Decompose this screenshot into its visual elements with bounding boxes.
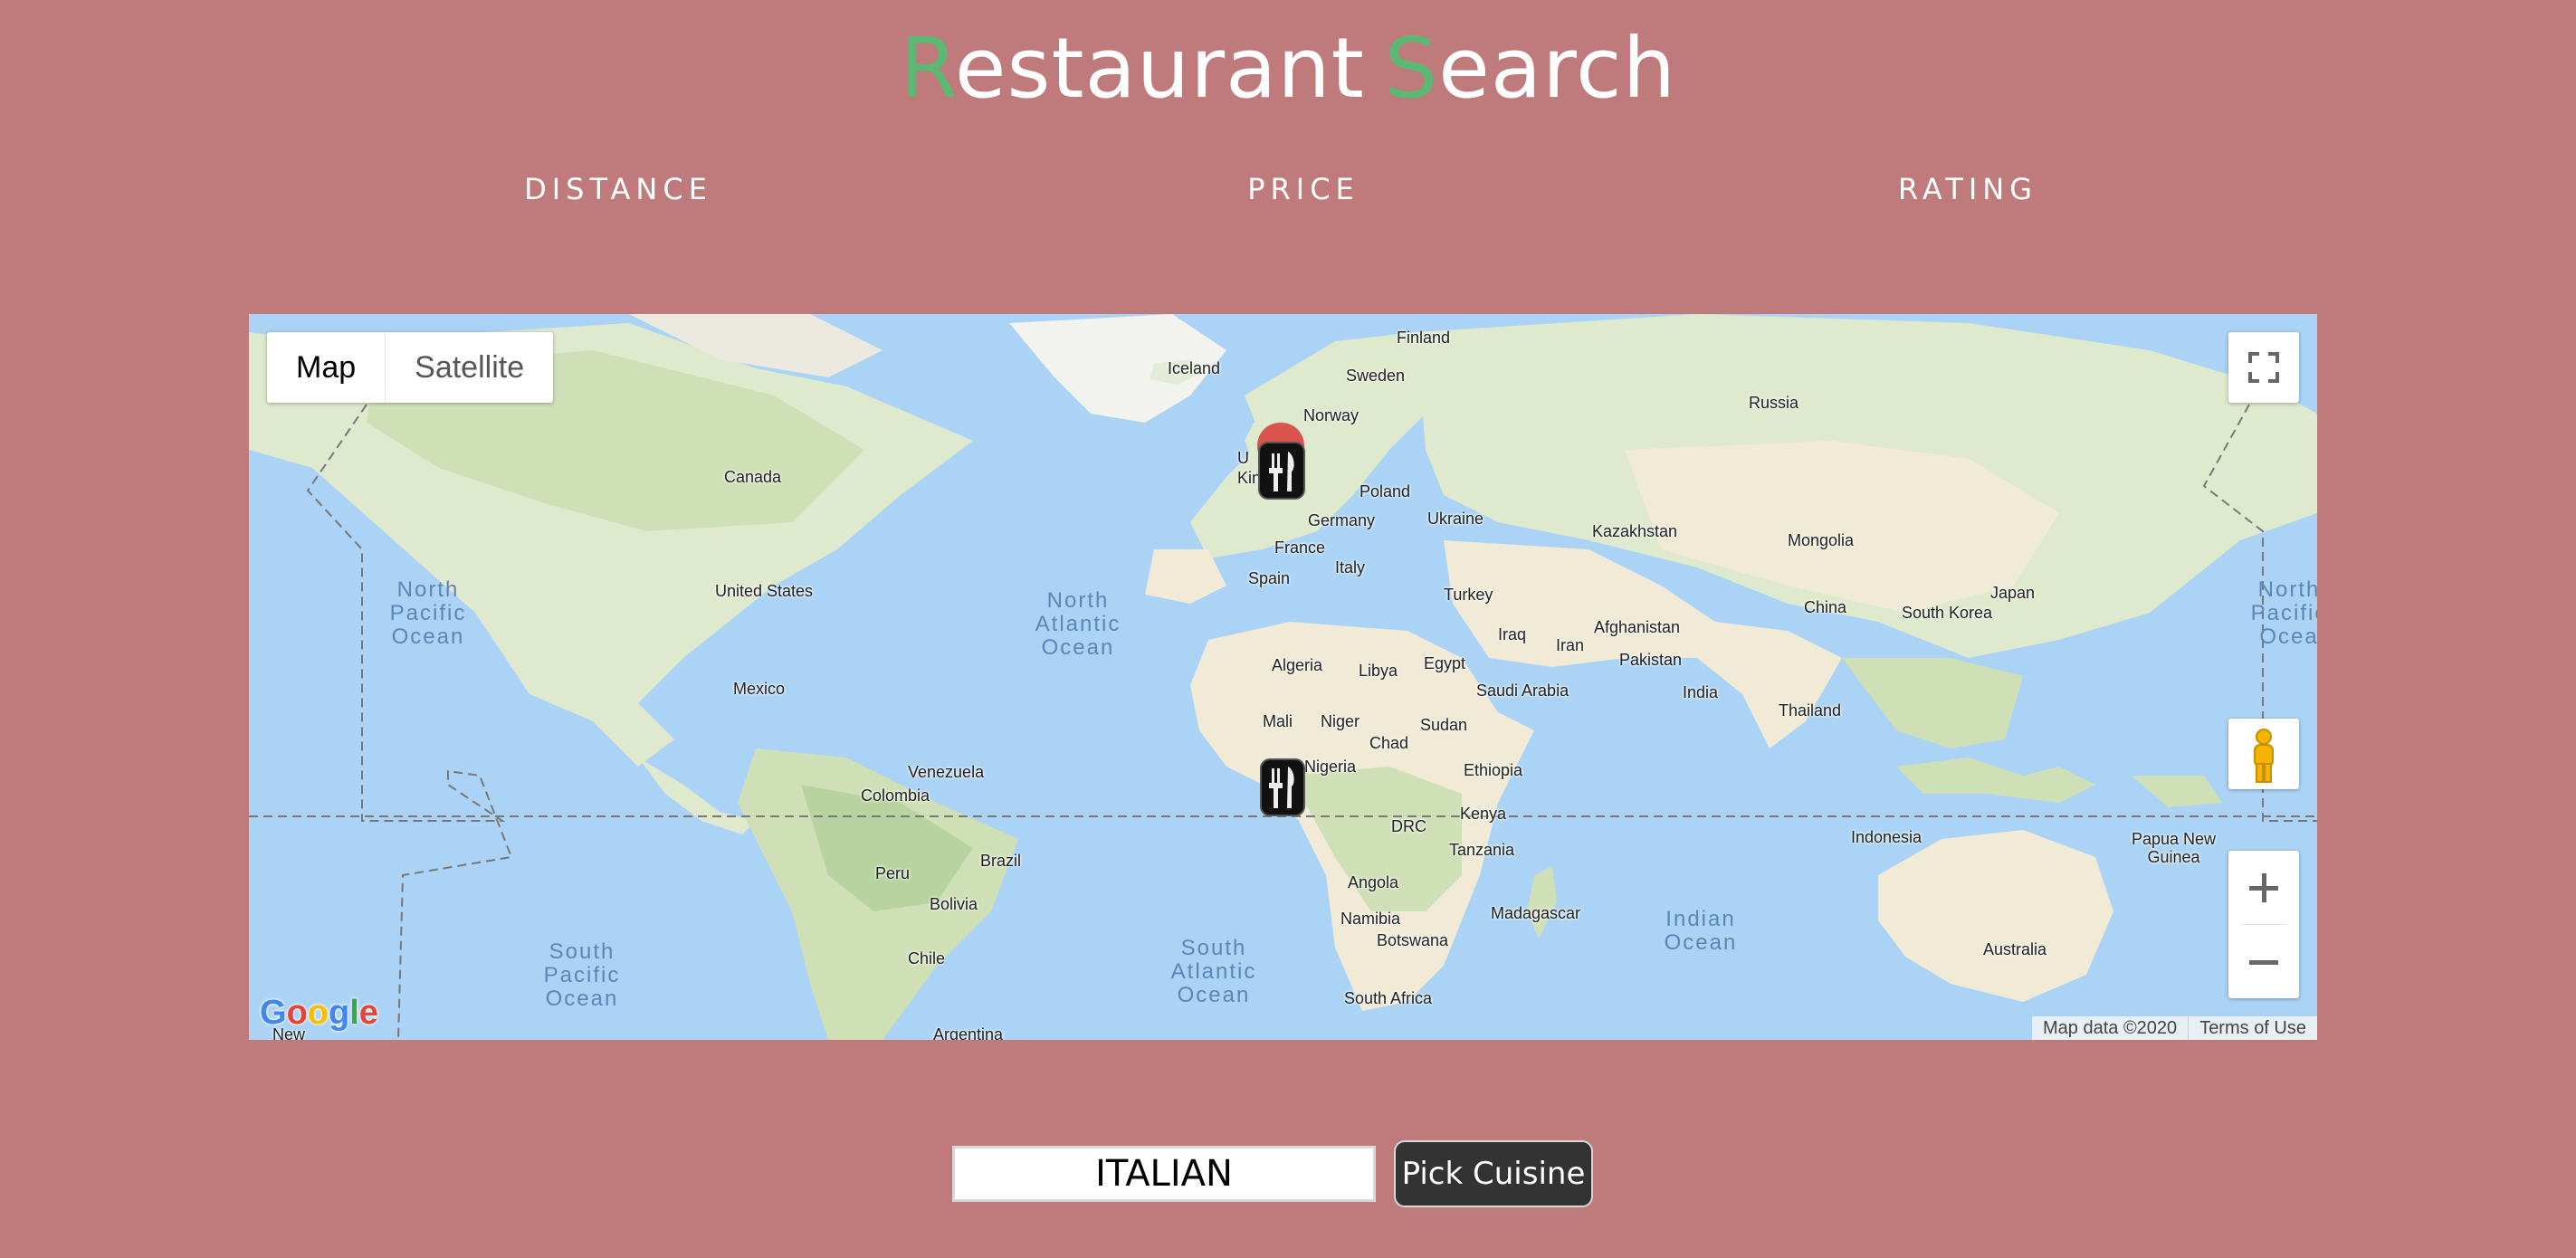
label-nigeria: Nigeria bbox=[1304, 758, 1357, 776]
ocean-label-north-pacific-west: North Pacific Ocean bbox=[389, 577, 467, 649]
label-italy: Italy bbox=[1335, 558, 1366, 577]
filter-price[interactable]: PRICE bbox=[1247, 172, 1360, 206]
label-saudi-arabia: Saudi Arabia bbox=[1476, 681, 1569, 700]
label-ukraine: Ukraine bbox=[1427, 510, 1484, 528]
map-attribution: Map data ©2020 Terms of Use bbox=[2032, 1016, 2317, 1040]
label-japan: Japan bbox=[1990, 584, 2036, 602]
label-south-africa: South Africa bbox=[1344, 989, 1433, 1007]
label-chile: Chile bbox=[908, 949, 946, 967]
label-indonesia: Indonesia bbox=[1851, 828, 1922, 846]
label-mali: Mali bbox=[1263, 712, 1293, 730]
zoom-out-button[interactable] bbox=[2228, 925, 2299, 998]
label-thailand: Thailand bbox=[1779, 701, 1842, 720]
map-type-satellite-button[interactable]: Satellite bbox=[386, 332, 553, 403]
label-brazil: Brazil bbox=[980, 852, 1022, 870]
utensils-icon bbox=[1257, 423, 1305, 500]
map-type-control: Map Satellite bbox=[267, 332, 554, 403]
filter-rating[interactable]: RATING bbox=[1898, 172, 2037, 206]
label-united-states: United States bbox=[715, 582, 814, 600]
map-canvas[interactable]: Iceland Finland Sweden Norway Russia Can… bbox=[249, 314, 2317, 1040]
ocean-label-north-pacific-east: North Pacific Ocea bbox=[2250, 577, 2317, 649]
label-sweden: Sweden bbox=[1346, 367, 1406, 385]
label-russia: Russia bbox=[1749, 394, 1799, 412]
restaurant-marker-uk[interactable] bbox=[1254, 421, 1308, 500]
ocean-label-south-atlantic: South Atlantic Ocean bbox=[1170, 936, 1257, 1007]
label-poland: Poland bbox=[1360, 482, 1411, 500]
page-title: Restaurant Search bbox=[0, 20, 2576, 117]
street-view-pegman-button[interactable] bbox=[2228, 719, 2299, 789]
label-iran: Iran bbox=[1556, 636, 1585, 654]
label-chad: Chad bbox=[1369, 734, 1409, 752]
title-rest-restaurant: estaurant bbox=[954, 20, 1365, 117]
label-sudan: Sudan bbox=[1420, 716, 1468, 734]
terms-of-use-link[interactable]: Terms of Use bbox=[2188, 1016, 2317, 1040]
label-iceland: Iceland bbox=[1168, 359, 1221, 377]
map-type-map-button[interactable]: Map bbox=[267, 332, 386, 403]
title-word-search: Search bbox=[1385, 20, 1676, 117]
title-rest-search: earch bbox=[1438, 20, 1676, 117]
label-namibia: Namibia bbox=[1340, 910, 1401, 928]
label-afghanistan: Afghanistan bbox=[1594, 618, 1681, 636]
label-niger: Niger bbox=[1321, 712, 1360, 730]
label-argentina: Argentina bbox=[933, 1025, 1004, 1040]
zoom-in-button[interactable] bbox=[2228, 851, 2299, 924]
label-madagascar: Madagascar bbox=[1491, 904, 1581, 922]
ocean-label-indian: Indian Ocean bbox=[1664, 907, 1738, 955]
filter-distance[interactable]: DISTANCE bbox=[524, 172, 712, 206]
label-libya: Libya bbox=[1359, 662, 1398, 680]
ocean-label-south-pacific: South Pacific Ocean bbox=[543, 939, 621, 1011]
label-spain: Spain bbox=[1248, 569, 1291, 587]
minus-icon bbox=[2249, 959, 2278, 965]
pick-cuisine-button[interactable]: Pick Cuisine bbox=[1394, 1140, 1593, 1207]
plus-icon bbox=[2249, 872, 2278, 902]
label-botswana: Botswana bbox=[1377, 931, 1449, 949]
label-canada: Canada bbox=[724, 468, 782, 486]
label-drc: DRC bbox=[1391, 817, 1426, 835]
label-south-korea: South Korea bbox=[1902, 604, 1993, 622]
label-australia: Australia bbox=[1983, 940, 2047, 958]
title-initial-r: R bbox=[900, 20, 955, 117]
label-colombia: Colombia bbox=[861, 786, 930, 805]
label-mongolia: Mongolia bbox=[1788, 531, 1855, 549]
label-turkey: Turkey bbox=[1444, 586, 1493, 604]
label-algeria: Algeria bbox=[1272, 656, 1323, 674]
utensils-icon bbox=[1260, 758, 1305, 816]
label-india: India bbox=[1683, 683, 1719, 701]
restaurant-marker-gulf-of-guinea[interactable] bbox=[1259, 758, 1306, 817]
label-egypt: Egypt bbox=[1424, 654, 1466, 672]
fullscreen-icon bbox=[2248, 352, 2279, 383]
title-initial-s: S bbox=[1384, 20, 1439, 117]
title-word-restaurant: Restaurant bbox=[900, 20, 1365, 117]
google-logo[interactable]: Google bbox=[260, 994, 378, 1033]
map-data-credit: Map data ©2020 bbox=[2043, 1018, 2178, 1038]
cuisine-input[interactable] bbox=[952, 1146, 1376, 1202]
app-page: RestaurantSearch DISTANCE PRICE RATING bbox=[0, 0, 2576, 1258]
fullscreen-button[interactable] bbox=[2228, 332, 2299, 403]
label-france: France bbox=[1274, 538, 1326, 557]
label-papua-new-guinea: Papua New Guinea bbox=[2132, 830, 2217, 866]
pegman-icon bbox=[2254, 729, 2274, 783]
label-ethiopia: Ethiopia bbox=[1464, 761, 1523, 779]
filter-bar: DISTANCE PRICE RATING bbox=[0, 172, 2576, 212]
label-norway: Norway bbox=[1303, 406, 1360, 424]
label-peru: Peru bbox=[875, 864, 911, 882]
label-tanzania: Tanzania bbox=[1449, 841, 1515, 859]
label-bolivia: Bolivia bbox=[930, 895, 978, 913]
label-kenya: Kenya bbox=[1460, 805, 1507, 823]
label-pakistan: Pakistan bbox=[1619, 651, 1683, 669]
zoom-control bbox=[2228, 851, 2299, 998]
label-angola: Angola bbox=[1348, 873, 1399, 891]
label-mexico: Mexico bbox=[733, 680, 786, 698]
label-iraq: Iraq bbox=[1498, 625, 1527, 643]
ocean-label-north-atlantic: North Atlantic Ocean bbox=[1035, 588, 1121, 660]
label-kazakhstan: Kazakhstan bbox=[1592, 522, 1678, 540]
label-finland: Finland bbox=[1397, 329, 1451, 347]
label-venezuela: Venezuela bbox=[908, 763, 985, 781]
label-germany: Germany bbox=[1308, 511, 1376, 529]
label-china: China bbox=[1804, 598, 1847, 616]
